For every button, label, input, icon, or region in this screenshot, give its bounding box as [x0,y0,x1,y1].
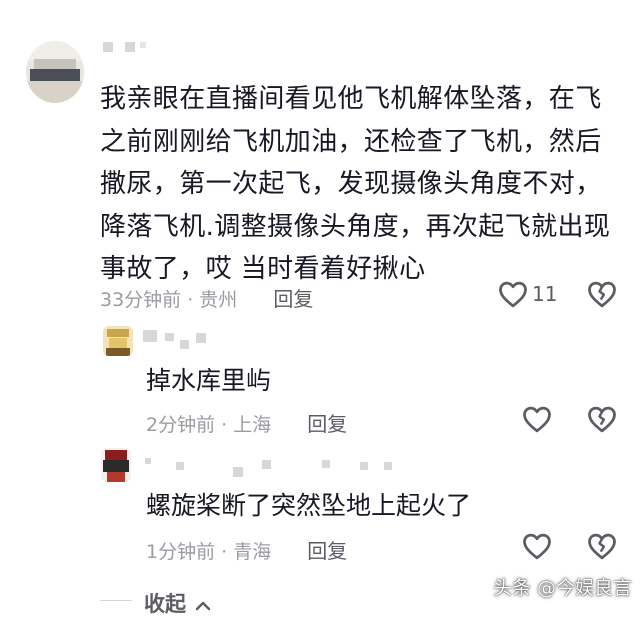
heart-outline-icon[interactable] [498,280,528,308]
reply-text: 螺旋桨断了突然坠地上起火了 [146,491,472,520]
comment-text: 我亲眼在直播间看见他飞机解体坠落，在飞之前刚刚给飞机加油，还检查了飞机，然后撒尿… [100,84,611,284]
comment-time-location: 1分钟前 · 青海 [146,541,272,563]
comment-meta: 2分钟前 · 上海 回复 [146,408,347,437]
comment-meta: 1分钟前 · 青海 回复 [146,535,347,564]
collapse-divider [100,600,132,601]
comment-time-location: 2分钟前 · 上海 [146,414,272,436]
avatar[interactable] [26,41,84,103]
reply-button[interactable]: 回复 [307,412,347,436]
reply-text: 掉水库里屿 [146,366,272,395]
broken-heart-icon[interactable] [587,280,617,308]
reply-button[interactable]: 回复 [273,287,313,311]
chevron-up-icon [196,601,211,611]
collapse-button[interactable]: 收起 [144,588,211,618]
reply-button[interactable]: 回复 [307,539,347,563]
comment-meta: 33分钟前 · 贵州 回复 [100,283,313,312]
broken-heart-icon[interactable] [587,405,617,433]
collapse-label: 收起 [144,592,186,616]
heart-outline-icon[interactable] [522,532,552,560]
comment-time-location: 33分钟前 · 贵州 [100,289,238,311]
avatar[interactable] [101,448,131,482]
broken-heart-icon[interactable] [587,532,617,560]
avatar[interactable] [103,326,133,356]
watermark: 头条 @今娱良言 [492,577,632,599]
like-count: 11 [532,282,558,306]
heart-outline-icon[interactable] [522,405,552,433]
